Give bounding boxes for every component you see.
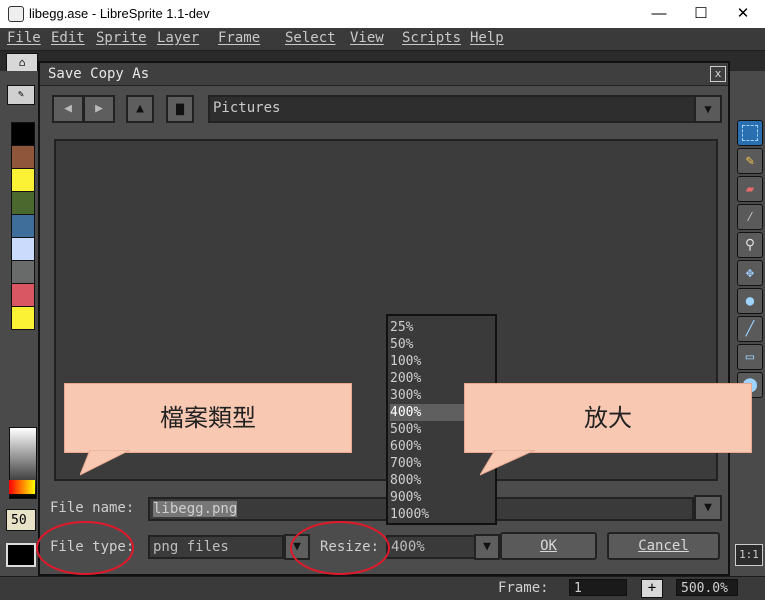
minimize-button[interactable]: —: [636, 0, 682, 28]
status-bar: Frame: 1 + 500.0%: [0, 576, 765, 600]
zoom-field[interactable]: 50: [6, 509, 36, 531]
fill-tool-icon[interactable]: ●: [737, 288, 763, 314]
home-tab-icon[interactable]: ⌂: [6, 53, 38, 73]
add-frame-button[interactable]: +: [641, 579, 663, 598]
palette-options-icon[interactable]: ✎: [7, 85, 35, 105]
window-title: libegg.ase - LibreSprite 1.1-dev: [29, 6, 210, 21]
pencil-tool-icon[interactable]: ✎: [737, 148, 763, 174]
chevron-down-icon[interactable]: ▼: [694, 97, 720, 121]
resize-option[interactable]: 100%: [390, 353, 495, 370]
file-type-value: png files: [153, 539, 229, 555]
resize-option[interactable]: 1000%: [390, 506, 495, 523]
palette-swatch[interactable]: [11, 237, 35, 261]
marquee-tool-icon[interactable]: [737, 120, 763, 146]
resize-callout: 放大: [464, 383, 752, 453]
menu-select[interactable]: Select: [285, 30, 336, 46]
forward-button[interactable]: ▶: [83, 95, 115, 123]
file-type-highlight: [36, 521, 134, 575]
file-name-dropdown-icon[interactable]: ▼: [694, 495, 722, 521]
menu-layer[interactable]: Layer: [157, 30, 199, 46]
menu-help[interactable]: Help: [470, 30, 504, 46]
palette-swatch[interactable]: [11, 306, 35, 330]
app-icon: [8, 6, 24, 22]
close-window-button[interactable]: ✕: [720, 0, 765, 28]
location-value: Pictures: [213, 100, 281, 116]
zoom-tool-icon[interactable]: ⚲: [737, 232, 763, 258]
resize-option[interactable]: 25%: [390, 319, 495, 336]
file-name-label: File name:: [50, 500, 135, 516]
palette-swatch[interactable]: [11, 145, 35, 169]
location-dropdown[interactable]: Pictures ▼: [208, 95, 722, 123]
menu-view[interactable]: View: [350, 30, 384, 46]
palette-swatch[interactable]: [11, 122, 35, 146]
cancel-button[interactable]: Cancel: [607, 532, 720, 560]
hue-strip[interactable]: [9, 480, 35, 494]
pixel-ratio-button[interactable]: 1:1: [735, 544, 763, 566]
file-name-value: libegg.png: [153, 501, 238, 517]
resize-highlight: [290, 521, 390, 575]
eraser-tool-icon[interactable]: ▰: [737, 176, 763, 202]
resize-option[interactable]: 900%: [390, 489, 495, 506]
maximize-button[interactable]: ☐: [678, 0, 724, 28]
resize-option[interactable]: 50%: [390, 336, 495, 353]
menu-frame[interactable]: Frame: [218, 30, 260, 46]
new-folder-icon[interactable]: ▆: [166, 95, 194, 123]
go-up-button[interactable]: ▲: [126, 95, 154, 123]
foreground-color[interactable]: [6, 543, 36, 567]
frame-field[interactable]: 1: [569, 579, 627, 596]
menu-sprite[interactable]: Sprite: [96, 30, 147, 46]
ok-button[interactable]: OK: [500, 532, 597, 560]
zoom-level[interactable]: 500.0%: [676, 579, 738, 596]
palette-swatch[interactable]: [11, 260, 35, 284]
resize-select[interactable]: 400%: [386, 535, 476, 559]
menu-bar: File Edit Sprite Layer Frame Select View…: [0, 28, 765, 51]
dialog-title: Save Copy As: [48, 66, 150, 82]
back-button[interactable]: ◀: [52, 95, 84, 123]
rectangle-tool-icon[interactable]: ▭: [737, 344, 763, 370]
frame-label: Frame:: [498, 580, 549, 596]
file-type-callout: 檔案類型: [64, 383, 352, 453]
file-type-select[interactable]: png files: [148, 535, 284, 559]
palette-swatch[interactable]: [11, 214, 35, 238]
dialog-titlebar: Save Copy As x: [40, 63, 728, 86]
resize-value: 400%: [391, 539, 425, 555]
palette-swatch[interactable]: [11, 168, 35, 192]
line-tool-icon[interactable]: ╱: [737, 316, 763, 342]
menu-scripts[interactable]: Scripts: [402, 30, 461, 46]
palette-swatch[interactable]: [11, 283, 35, 307]
save-copy-dialog: Save Copy As x ◀ ▶ ▲ ▆ Pictures ▼ File n…: [38, 61, 730, 576]
palette-swatch[interactable]: [11, 191, 35, 215]
dialog-close-icon[interactable]: x: [710, 66, 726, 82]
menu-edit[interactable]: Edit: [51, 30, 85, 46]
file-type-callout-tail: [80, 450, 131, 476]
move-tool-icon[interactable]: ✥: [737, 260, 763, 286]
resize-callout-tail: [480, 450, 536, 476]
window-titlebar: libegg.ase - LibreSprite 1.1-dev — ☐ ✕: [0, 0, 765, 28]
resize-dropdown-icon[interactable]: ▼: [474, 534, 500, 560]
eyedropper-tool-icon[interactable]: ⁄: [737, 204, 763, 230]
menu-file[interactable]: File: [7, 30, 41, 46]
